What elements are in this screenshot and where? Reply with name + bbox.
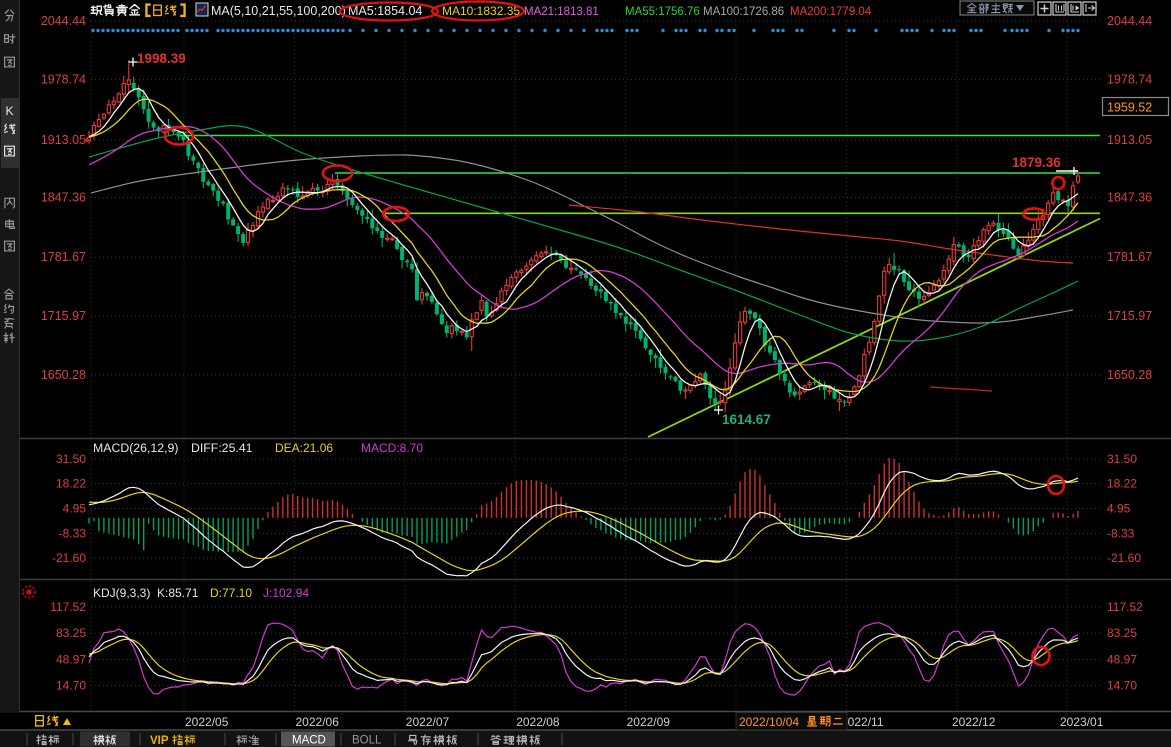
svg-text:18.22: 18.22 [1107,477,1137,491]
svg-text:K:85.71: K:85.71 [157,586,199,600]
svg-text:2022/06: 2022/06 [296,715,340,729]
svg-text:2022/07: 2022/07 [406,715,450,729]
svg-text:MA100:1726.86: MA100:1726.86 [703,6,784,18]
svg-text:1650.28: 1650.28 [1107,368,1152,382]
svg-text:2022/09: 2022/09 [627,715,671,729]
svg-text:2044.44: 2044.44 [1107,14,1152,28]
svg-text:4.95: 4.95 [1107,502,1131,516]
svg-text:KDJ(9,3,3): KDJ(9,3,3) [93,586,150,600]
svg-text:31.50: 31.50 [56,452,86,466]
svg-text:1978.74: 1978.74 [41,73,86,87]
svg-text:1614.67: 1614.67 [722,412,771,427]
svg-text:J:102.94: J:102.94 [263,586,309,600]
svg-text:MA55:1756.76: MA55:1756.76 [625,6,700,18]
svg-text:83.25: 83.25 [1107,626,1137,640]
svg-text:1847.36: 1847.36 [1107,191,1152,205]
svg-text:14.70: 14.70 [56,679,86,693]
svg-text:MACD(26,12,9): MACD(26,12,9) [93,441,178,455]
svg-text:2022/10/04: 2022/10/04 [739,715,799,729]
svg-text:-8.33: -8.33 [59,527,87,541]
svg-text:117.52: 117.52 [1107,600,1143,614]
svg-text:1781.67: 1781.67 [1107,250,1152,264]
svg-text:MACD:8.70: MACD:8.70 [361,441,423,455]
svg-text:14.70: 14.70 [1107,679,1137,693]
svg-text:1715.97: 1715.97 [41,309,86,323]
svg-text:4.95: 4.95 [63,502,87,516]
svg-text:MA10:1832.35: MA10:1832.35 [442,4,520,18]
svg-text:2044.44: 2044.44 [41,14,86,28]
svg-text:K: K [5,104,13,118]
svg-text:31.50: 31.50 [1107,452,1137,466]
svg-text:18.22: 18.22 [56,477,86,491]
svg-text:D:77.10: D:77.10 [210,586,252,600]
svg-text:MA5:1854.04: MA5:1854.04 [348,4,422,18]
svg-text:117.52: 117.52 [50,600,86,614]
svg-text:VIP: VIP [150,735,169,747]
svg-text:2022/05: 2022/05 [185,715,229,729]
svg-text:83.25: 83.25 [56,626,86,640]
svg-text:48.97: 48.97 [56,653,86,667]
svg-text:-21.60: -21.60 [1107,551,1141,565]
svg-text:BOLL: BOLL [352,735,382,747]
svg-text:2022/12: 2022/12 [952,715,996,729]
svg-text:1913.05: 1913.05 [41,133,86,147]
svg-text:1959.52: 1959.52 [1107,101,1152,115]
svg-text:1650.28: 1650.28 [41,368,86,382]
svg-text:1978.74: 1978.74 [1107,73,1152,87]
svg-text:1715.97: 1715.97 [1107,309,1152,323]
svg-text:MA200:1779.04: MA200:1779.04 [790,6,872,18]
svg-text:2023/01: 2023/01 [1060,715,1104,729]
svg-text:1781.67: 1781.67 [41,250,86,264]
svg-text:-21.60: -21.60 [52,551,86,565]
svg-text:DEA:21.06: DEA:21.06 [275,441,333,455]
svg-text:2022/08: 2022/08 [516,715,560,729]
svg-text:48.97: 48.97 [1107,653,1137,667]
svg-text:2022/11: 2022/11 [841,715,884,729]
svg-text:1913.05: 1913.05 [1107,133,1152,147]
svg-text:1998.39: 1998.39 [137,51,186,66]
svg-text:MACD: MACD [292,735,326,747]
svg-text:MA21:1813.81: MA21:1813.81 [524,6,599,18]
svg-text:1879.36: 1879.36 [1012,155,1061,170]
svg-text:MA(5,10,21,55,100,200): MA(5,10,21,55,100,200) [211,4,346,18]
svg-text:-8.33: -8.33 [1107,527,1135,541]
svg-text:DIFF:25.41: DIFF:25.41 [191,441,253,455]
svg-text:1847.36: 1847.36 [41,191,86,205]
